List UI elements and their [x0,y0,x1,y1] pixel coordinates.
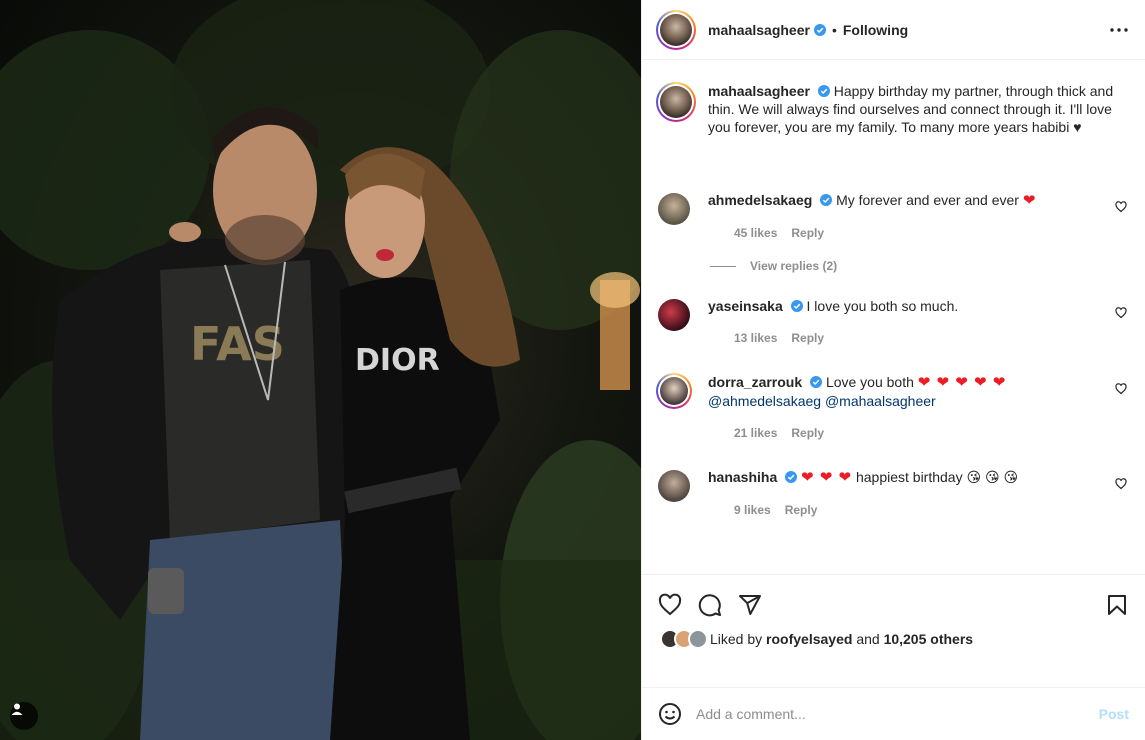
comment-text: happiest birthday [855,469,963,485]
post-details-panel: mahaalsagheer • Following mahaalsagheer [641,0,1145,740]
liked-by-prefix: Liked by [710,631,763,647]
post-comment-button[interactable]: Post [1099,706,1129,722]
caption-avatar[interactable] [656,82,696,122]
heart-icon[interactable] [658,593,682,617]
comment-like-heart-icon[interactable] [1115,307,1127,319]
liked-by-conj: and [856,631,880,647]
verified-badge-icon [810,376,823,388]
comments-list[interactable]: mahaalsagheer Happy birthday my partner,… [642,61,1145,573]
commenter-avatar[interactable] [658,470,690,502]
comment-like-heart-icon[interactable] [1115,383,1127,395]
heart-emojis: ❤ ❤ ❤ ❤ ❤ [917,374,1007,391]
comment-item: hanashiha ❤ ❤ ❤ happiest birthday 😘 😘 😘 … [642,468,1145,519]
comment-text: My forever and ever and ever [836,192,1019,208]
verified-badge-icon [820,194,833,206]
emoji-icon[interactable] [658,702,682,726]
verified-badge-icon [785,471,798,483]
verified-badge-icon [790,300,803,312]
following-button[interactable]: Following [843,22,908,38]
commenter-avatar[interactable] [656,373,692,409]
comment-item: yaseinsaka I love you both so much. 13 l… [642,297,1145,347]
reply-button[interactable]: Reply [791,329,824,347]
heart-emoji: ❤ [1022,192,1037,209]
author-username[interactable]: mahaalsagheer [708,22,810,38]
comment-text: Love you both [825,374,914,390]
author-avatar[interactable] [656,9,696,50]
caption-username[interactable]: mahaalsagheer [708,83,810,99]
comment-icon[interactable] [698,593,722,617]
post-photo[interactable]: FAS DIOR [0,0,641,740]
liker-avatars[interactable] [660,629,708,649]
commenter-username[interactable]: dorra_zarrouk [708,374,802,390]
reply-button[interactable]: Reply [791,424,824,442]
comment-likes[interactable]: 9 likes [734,501,771,519]
photo-illustration: FAS DIOR [0,0,641,740]
heart-emojis: ❤ ❤ ❤ [801,469,853,486]
post-header: mahaalsagheer • Following [642,0,1145,60]
post-actions: Liked by roofyelsayed and 10,205 others [642,574,1145,686]
reply-button[interactable]: Reply [791,224,824,242]
mention-link[interactable]: @ahmedelsakaeg [708,393,821,409]
replies-line [710,265,736,267]
more-options-icon [1110,27,1128,32]
commenter-avatar[interactable] [658,193,690,225]
comment-item: dorra_zarrouk Love you both ❤ ❤ ❤ ❤ ❤ @a… [642,373,1145,442]
commenter-username[interactable]: ahmedelsakaeg [708,192,812,208]
liked-by-user[interactable]: roofyelsayed [766,631,852,647]
comment-likes[interactable]: 13 likes [734,329,777,347]
liked-by-others[interactable]: 10,205 others [884,631,974,647]
verified-badge-icon [813,23,826,36]
verified-badge-icon [817,85,830,97]
bookmark-icon[interactable] [1105,593,1129,617]
commenter-avatar[interactable] [658,299,690,331]
comment-input[interactable] [696,706,1099,722]
view-replies-label: View replies (2) [750,259,838,273]
share-icon[interactable] [738,593,762,617]
post-caption: mahaalsagheer Happy birthday my partner,… [642,61,1145,183]
comment-likes[interactable]: 45 likes [734,224,777,242]
svg-text:FAS: FAS [190,317,285,371]
user-tag-button[interactable] [10,702,38,730]
commenter-username[interactable]: hanashiha [708,469,777,485]
commenter-username[interactable]: yaseinsaka [708,298,783,314]
user-tag-icon [11,703,23,715]
reply-button[interactable]: Reply [785,501,818,519]
svg-text:DIOR: DIOR [355,343,440,378]
liked-by-row: Liked by roofyelsayed and 10,205 others [642,623,1145,649]
comment-like-heart-icon[interactable] [1115,478,1127,490]
comment-likes[interactable]: 21 likes [734,424,777,442]
separator-dot: • [831,21,837,38]
comment-like-heart-icon[interactable] [1115,201,1127,213]
kiss-emojis: 😘 😘 😘 [966,469,1019,485]
comment-item: ahmedelsakaeg My forever and ever and ev… [642,191,1145,242]
more-options-button[interactable] [1107,18,1131,42]
view-replies-button[interactable]: View replies (2) [642,259,1145,273]
mention-link[interactable]: @mahaalsagheer [825,393,936,409]
comment-text: I love you both so much. [806,298,959,314]
add-comment-bar: Post [642,687,1145,740]
caption-text-block: mahaalsagheer Happy birthday my partner,… [708,82,1129,183]
